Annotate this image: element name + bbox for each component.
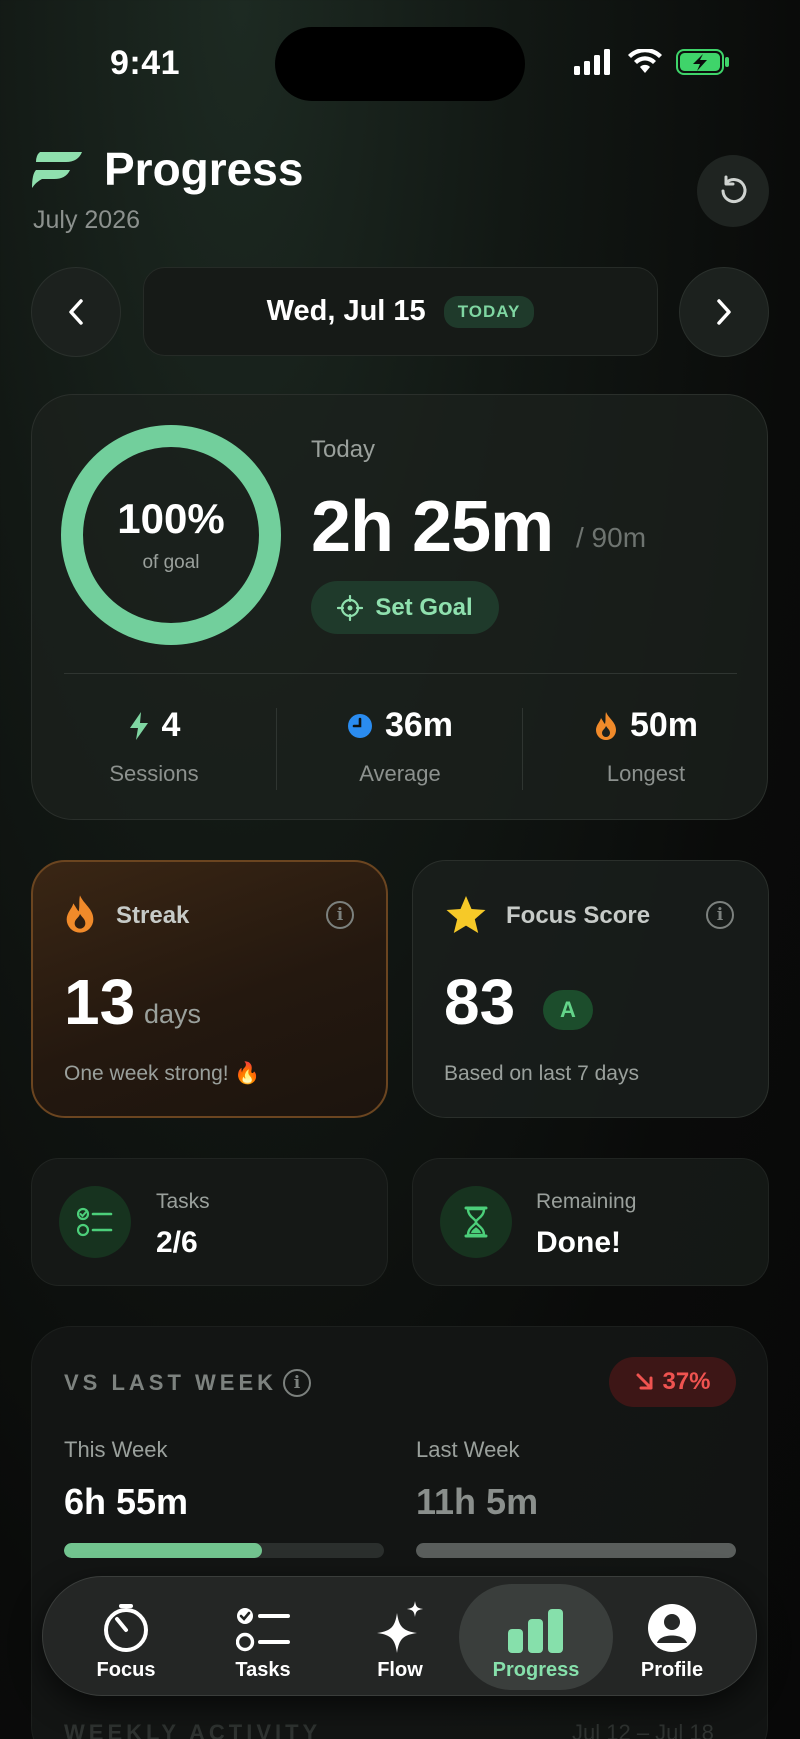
stat-sessions-label: Sessions xyxy=(109,761,199,786)
clock-icon xyxy=(347,713,372,738)
info-icon[interactable]: i xyxy=(283,1369,311,1397)
battery-icon xyxy=(676,49,729,75)
stat-longest: 50m Longest xyxy=(523,706,769,787)
remaining-label: Remaining xyxy=(536,1190,637,1213)
focus-score-desc: Based on last 7 days xyxy=(444,1062,639,1085)
flame-icon xyxy=(595,711,616,740)
set-goal-label: Set Goal xyxy=(375,593,473,621)
last-week-value: 11h 5m xyxy=(416,1481,539,1522)
star-icon xyxy=(446,896,486,933)
info-icon[interactable]: i xyxy=(706,901,734,929)
month-subtitle: July 2026 xyxy=(33,206,141,234)
total-focus-time: 2h 25m xyxy=(311,487,554,567)
chevron-right-icon xyxy=(717,299,731,325)
goal-target: / 90m xyxy=(576,522,647,553)
stat-average: 36m Average xyxy=(277,706,523,787)
tab-focus[interactable]: Focus xyxy=(58,1590,194,1682)
this-week-value: 6h 55m xyxy=(64,1481,189,1522)
status-icons xyxy=(574,48,730,76)
week-delta-badge: 37% xyxy=(609,1357,736,1407)
current-date: Wed, Jul 15 xyxy=(266,295,426,327)
status-time: 9:41 xyxy=(110,44,181,82)
this-week-bar xyxy=(64,1543,384,1558)
previous-day-button[interactable] xyxy=(31,267,121,357)
tab-progress-label: Progress xyxy=(492,1659,580,1681)
vs-last-week-title: VS LAST WEEK xyxy=(64,1370,278,1395)
sparkles-icon xyxy=(377,1601,423,1653)
focus-score-title: Focus Score xyxy=(506,902,651,929)
today-badge: TODAY xyxy=(443,295,535,328)
page-title: Progress xyxy=(104,143,304,195)
hourglass-icon xyxy=(464,1206,488,1238)
checklist-icon xyxy=(236,1608,290,1652)
stat-longest-value: 50m xyxy=(629,706,699,744)
wifi-icon xyxy=(628,49,662,73)
streak-desc: One week strong! 🔥 xyxy=(64,1062,261,1085)
person-icon xyxy=(648,1604,696,1652)
chevron-left-icon xyxy=(69,299,83,325)
timer-icon xyxy=(104,1604,148,1652)
reset-button[interactable] xyxy=(697,155,769,227)
hourglass-icon-wrap xyxy=(440,1186,512,1258)
info-icon[interactable]: i xyxy=(326,901,354,929)
signal-icon xyxy=(574,49,610,75)
date-selector[interactable]: Wed, Jul 15 TODAY xyxy=(143,267,658,356)
grade-badge: A xyxy=(543,990,593,1030)
tab-profile[interactable]: Profile xyxy=(604,1590,740,1682)
stat-average-label: Average xyxy=(359,761,441,786)
refresh-icon xyxy=(721,175,747,204)
stat-sessions-value: 4 xyxy=(161,706,181,744)
goal-percent-caption: of goal xyxy=(142,552,200,573)
arrow-down-right-icon xyxy=(636,1373,653,1390)
weekly-activity-title: WEEKLY ACTIVITY xyxy=(64,1720,322,1739)
bolt-icon xyxy=(129,711,148,740)
goal-percent: 100% xyxy=(117,495,225,542)
tab-flow-label: Flow xyxy=(377,1659,423,1681)
streak-value: 13 xyxy=(64,966,136,1038)
tab-tasks-label: Tasks xyxy=(235,1659,291,1681)
stat-sessions: 4 Sessions xyxy=(31,706,277,787)
bar-chart-icon xyxy=(508,1609,563,1653)
focus-score-value: 83 xyxy=(444,966,516,1038)
stat-longest-label: Longest xyxy=(606,761,686,786)
tab-tasks[interactable]: Tasks xyxy=(195,1590,331,1682)
streak-title: Streak xyxy=(116,902,190,929)
summary-divider xyxy=(64,673,737,674)
checklist-icon-wrap xyxy=(59,1186,131,1258)
week-delta-value: 37% xyxy=(662,1368,711,1395)
last-week-bar-fill xyxy=(416,1543,736,1558)
remaining-value: Done! xyxy=(536,1226,621,1259)
tasks-value: 2/6 xyxy=(156,1226,198,1259)
target-icon xyxy=(337,594,364,621)
tab-flow[interactable]: Flow xyxy=(332,1590,468,1682)
period-label: Today xyxy=(311,436,376,463)
last-week-bar xyxy=(416,1543,736,1558)
weekly-activity-range: Jul 12 – Jul 18 xyxy=(572,1720,714,1739)
flame-icon xyxy=(66,895,94,933)
this-week-bar-fill xyxy=(64,1543,263,1558)
tab-progress[interactable]: Progress xyxy=(468,1590,604,1682)
stat-average-value: 36m xyxy=(384,706,454,744)
last-week-label: Last Week xyxy=(416,1437,520,1462)
tab-profile-label: Profile xyxy=(640,1659,704,1681)
set-goal-button[interactable]: Set Goal xyxy=(311,581,499,634)
this-week-label: This Week xyxy=(64,1437,168,1462)
checklist-icon xyxy=(77,1207,113,1237)
streak-unit: days xyxy=(144,999,202,1029)
next-day-button[interactable] xyxy=(679,267,769,357)
tasks-label: Tasks xyxy=(156,1190,210,1213)
app-logo xyxy=(32,152,82,188)
dynamic-island xyxy=(275,27,525,101)
tab-focus-label: Focus xyxy=(96,1659,156,1681)
